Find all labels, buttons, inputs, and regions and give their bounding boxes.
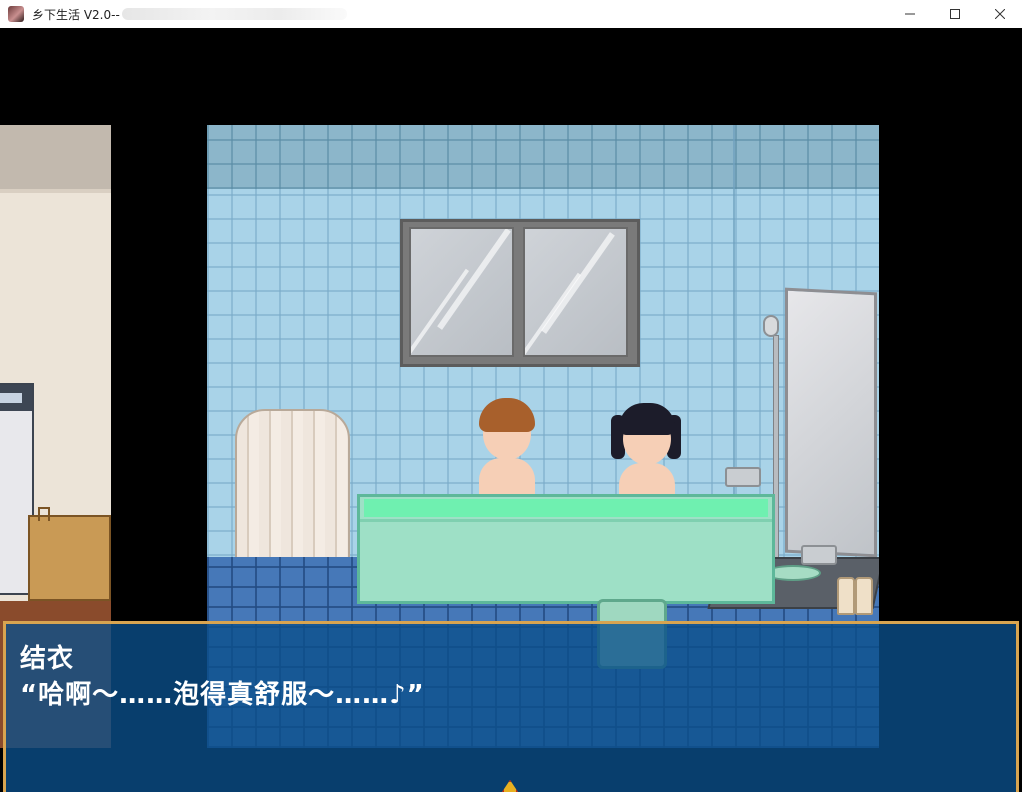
window-reflection [437,229,511,330]
dialogue-text: “哈啊～……泡得真舒服～……♪” [20,680,425,710]
window-pane-right [523,227,628,357]
bathroom-mirror [785,287,877,558]
tub-faucet [725,467,761,487]
left-room-wall-top [0,125,111,189]
window-titlebar: 乡下生活 V2.0-- [0,0,1022,28]
speaker-name: 结衣 [20,644,75,674]
window-reflection [411,268,470,355]
window-title: 乡下生活 V2.0-- [32,7,120,22]
shampoo-bottle [837,577,855,615]
title-redacted-area [121,8,347,20]
left-room-wall-trim [0,189,111,193]
bathroom-window [400,219,640,367]
window-reflection [525,272,582,355]
minimize-button[interactable] [887,0,933,28]
basket-handle [38,507,50,521]
maximize-icon [950,9,960,19]
conditioner-bottle [855,577,873,615]
close-icon [995,9,1005,19]
boy-hair [479,398,535,432]
bathtub-rim [360,519,772,522]
window-reflection [541,232,615,334]
app-icon [8,6,24,22]
bathtub [357,494,775,604]
maximize-button[interactable] [932,0,978,28]
girl-hair [619,403,675,435]
washing-machine-lid [0,385,32,411]
shower-head-icon [763,315,779,337]
minimize-icon [905,13,915,15]
close-button[interactable] [977,0,1022,28]
bath-water [364,499,768,517]
game-viewport[interactable]: 结衣 “哈啊～……泡得真舒服～……♪” [0,28,1022,792]
character-boy [475,398,537,508]
washing-machine-panel [0,393,22,403]
wash-faucet [801,545,837,565]
character-girl-yui [611,403,681,508]
bathroom-ceiling [207,125,879,189]
dialogue-box[interactable]: 结衣 “哈啊～……泡得真舒服～……♪” [3,621,1019,792]
window-pane-left [409,227,514,357]
laundry-basket [28,507,111,601]
